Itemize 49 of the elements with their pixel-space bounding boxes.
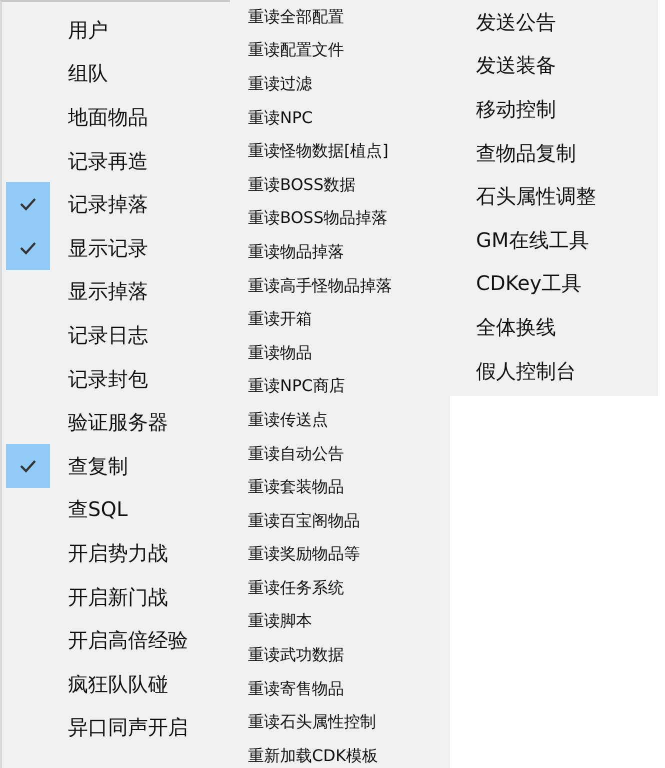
menu-item[interactable]: 重读物品掉落 [248,235,450,269]
menu-item[interactable]: 地面物品 [2,95,230,139]
menu-item[interactable]: 重读自动公告 [248,436,450,470]
menu-item[interactable]: 重读物品 [248,336,450,370]
menu-item[interactable]: 重读BOSS物品掉落 [248,202,450,236]
menu-item[interactable]: 重读传送点 [248,403,450,437]
menu-item[interactable]: 用户 [2,8,230,52]
menu-item[interactable]: 记录掉落 [2,182,230,226]
menu-item[interactable]: 重读奖励物品等 [248,538,450,572]
menu-item[interactable]: 记录再造 [2,138,230,182]
menu-item[interactable]: 疯狂队队碰 [2,662,230,706]
menu-item[interactable]: 开启新门战 [2,574,230,618]
menu-item[interactable]: 开启势力战 [2,531,230,575]
menu-item[interactable]: 记录日志 [2,313,230,357]
menu-item[interactable]: 异口同声开启 [2,706,230,750]
menu-item[interactable]: 重读套装物品 [248,470,450,504]
menu-item[interactable]: 重读武功数据 [248,638,450,672]
menu-item[interactable]: 移动控制 [476,87,658,131]
menu-item[interactable]: 重读百宝阁物品 [248,504,450,538]
menu-item[interactable]: 重读任务系统 [248,571,450,605]
menu-item[interactable]: 查复制 [2,444,230,488]
menu-item[interactable]: 重读脚本 [248,604,450,638]
menu-item[interactable]: GM在线工具 [476,218,658,262]
menu-item[interactable]: 重读NPC [248,100,450,134]
menu-item[interactable]: 石头属性调整 [476,174,658,218]
menu-item[interactable]: 重新加载CDK模板 [248,739,450,768]
menu-item[interactable]: 发送公告 [476,0,658,44]
menu-item[interactable]: 重读石头属性控制 [248,705,450,740]
menu-item[interactable]: 查物品复制 [476,130,658,174]
menu-item[interactable]: 记录封包 [2,356,230,400]
menu-item[interactable]: 显示掉落 [2,270,230,314]
menu-item[interactable]: 假人控制台 [476,348,658,392]
menu-item[interactable]: 重读过滤 [248,67,450,101]
menu-item[interactable]: 重读高手怪物品掉落 [248,268,450,302]
menu-item[interactable]: CDKey工具 [476,262,658,306]
menu-item[interactable]: 重读怪物数据[植点] [248,134,450,168]
menu-item[interactable]: 重读全部配置 [248,0,450,34]
menu-item[interactable]: 开启高倍经验 [2,618,230,662]
menu-item[interactable]: 重读BOSS数据 [248,168,450,202]
menu-item[interactable]: 全体换线 [476,305,658,349]
menu-item[interactable]: 重读NPC商店 [248,370,450,404]
menu-item[interactable]: 显示记录 [2,226,230,270]
menu-item[interactable]: 组队 [2,52,230,96]
menu-item[interactable]: 验证服务器 [2,400,230,444]
menu-item[interactable]: 重读配置文件 [248,34,450,68]
menu-item[interactable]: 重读开箱 [248,302,450,336]
menu-item[interactable]: 重读寄售物品 [248,672,450,706]
menu-item[interactable]: 查SQL [2,488,230,532]
menu-item[interactable]: 发送装备 [476,44,658,88]
